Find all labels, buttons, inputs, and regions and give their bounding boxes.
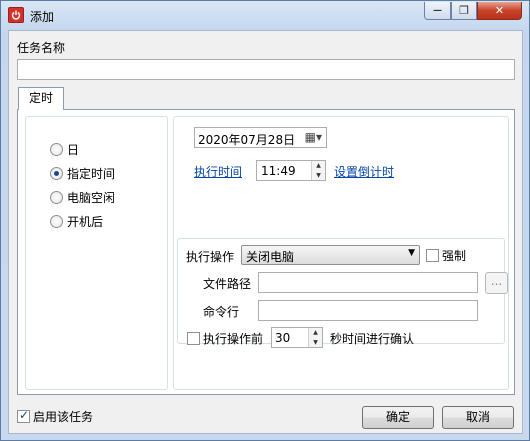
title-bar[interactable]: 添加 — ❐ ✕: [1, 1, 529, 29]
browse-label: ...: [490, 274, 503, 288]
confirm-before-checkbox[interactable]: [187, 332, 200, 345]
exec-time-link[interactable]: 执行时间: [194, 163, 242, 180]
radio-after-boot-indicator[interactable]: [50, 215, 63, 228]
action-label: 执行操作: [186, 250, 235, 264]
tab-schedule[interactable]: 定时: [18, 87, 64, 110]
tab-schedule-label: 定时: [28, 91, 53, 105]
time-spinner[interactable]: ▲ ▼: [311, 161, 325, 180]
action-selected-value: 关闭电脑: [246, 250, 295, 264]
confirm-before-row[interactable]: 执行操作前: [187, 330, 263, 347]
radio-after-boot-label: 开机后: [67, 215, 104, 229]
command-input[interactable]: [258, 300, 478, 321]
power-icon: [8, 7, 24, 23]
confirm-seconds-value: 30: [275, 331, 291, 345]
enable-task-row[interactable]: 启用该任务: [17, 408, 93, 425]
close-button[interactable]: ✕: [477, 2, 522, 20]
window-title: 添加: [30, 10, 55, 24]
radio-after-boot[interactable]: 开机后: [50, 213, 103, 230]
seconds-down-icon[interactable]: ▼: [309, 337, 322, 347]
action-select[interactable]: 关闭电脑 ▼: [241, 245, 420, 265]
file-path-label: 文件路径: [203, 277, 252, 291]
spin-up-icon[interactable]: ▲: [312, 161, 325, 171]
radio-daily[interactable]: 日: [50, 141, 79, 158]
spin-down-icon[interactable]: ▼: [312, 170, 325, 180]
maximize-button[interactable]: ❐: [451, 2, 477, 20]
browse-button[interactable]: ...: [485, 272, 508, 294]
close-icon: ✕: [494, 4, 505, 17]
radio-specific-time[interactable]: 指定时间: [50, 165, 115, 182]
enable-task-label: 启用该任务: [33, 410, 94, 424]
enable-task-checkbox[interactable]: [17, 408, 30, 423]
dialog-client-area: 任务名称 定时 日 指定时间 电脑空闲 开机后 2020年07月28日 ▦▾ 执…: [8, 30, 523, 434]
command-label: 命令行: [203, 305, 240, 319]
task-name-label: 任务名称: [17, 41, 66, 55]
date-picker[interactable]: 2020年07月28日 ▦▾: [194, 127, 327, 148]
confirm-seconds-input[interactable]: 30 ▲ ▼: [271, 327, 323, 348]
confirm-suffix-label: 秒时间进行确认: [330, 332, 415, 346]
radio-specific-time-label: 指定时间: [67, 167, 116, 181]
radio-daily-indicator[interactable]: [50, 143, 63, 156]
chevron-down-icon: ▼: [408, 248, 415, 258]
calendar-dropdown-icon[interactable]: ▦▾: [305, 130, 322, 144]
minimize-icon: —: [433, 5, 442, 16]
minimize-button[interactable]: —: [424, 2, 451, 20]
radio-idle[interactable]: 电脑空闲: [50, 189, 115, 206]
maximize-icon: ❐: [459, 4, 469, 17]
force-checkbox[interactable]: [426, 249, 439, 262]
schedule-detail-group: 2020年07月28日 ▦▾ 执行时间 11:49 ▲ ▼ 设置倒计时 执行操作: [173, 116, 509, 390]
task-name-input[interactable]: [17, 59, 515, 80]
time-input[interactable]: 11:49 ▲ ▼: [256, 160, 326, 181]
seconds-spinner[interactable]: ▲ ▼: [308, 328, 322, 347]
file-path-input[interactable]: [258, 272, 478, 293]
ok-label: 确定: [385, 410, 410, 424]
confirm-before-label: 执行操作前: [203, 332, 264, 346]
seconds-up-icon[interactable]: ▲: [309, 328, 322, 338]
radio-specific-time-indicator[interactable]: [50, 167, 63, 180]
cancel-button[interactable]: 取消: [442, 406, 514, 429]
date-value: 2020年07月28日: [198, 133, 296, 147]
force-checkbox-row[interactable]: 强制: [426, 247, 466, 264]
dialog-window: 添加 — ❐ ✕ 任务名称 定时 日 指定时间 电脑空闲 开机后 2020年07…: [0, 0, 530, 441]
radio-daily-label: 日: [67, 143, 80, 157]
cancel-label: 取消: [465, 410, 490, 424]
ok-button[interactable]: 确定: [362, 406, 434, 429]
countdown-link[interactable]: 设置倒计时: [334, 163, 394, 180]
force-label: 强制: [442, 249, 467, 263]
time-value: 11:49: [261, 164, 296, 178]
tab-panel: 日 指定时间 电脑空闲 开机后 2020年07月28日 ▦▾ 执行时间 11:4…: [17, 109, 515, 395]
schedule-type-group: 日 指定时间 电脑空闲 开机后: [25, 116, 168, 390]
radio-idle-indicator[interactable]: [50, 191, 63, 204]
action-group: 执行操作 关闭电脑 ▼ 强制 文件路径 ... 命令行 执行操作前 30 ▲ ▼…: [177, 238, 508, 348]
radio-idle-label: 电脑空闲: [67, 191, 116, 205]
